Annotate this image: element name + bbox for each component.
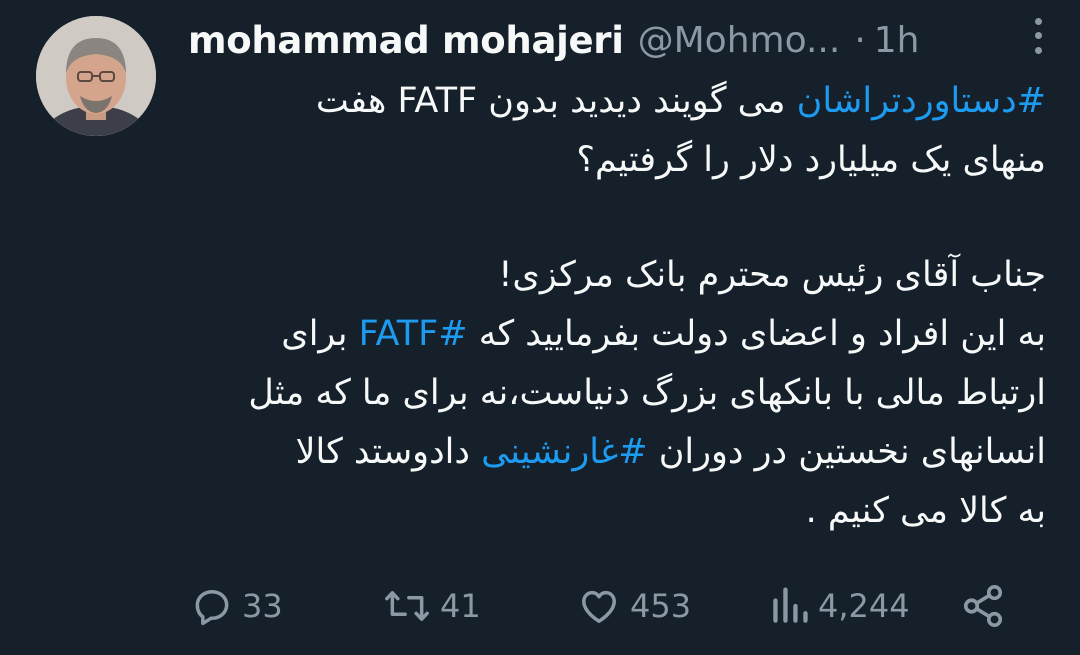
tweet-text-segment: انسانهای نخستین در دوران <box>647 432 1046 472</box>
more-dot <box>1034 47 1042 55</box>
tweet-line: منهای یک میلیارد دلار را گرفتیم؟ <box>576 140 1046 180</box>
tweet-header: mohammad mohajeri @Mohmo... · 1h <box>188 14 1052 66</box>
hashtag-link[interactable]: #دستاوردتراشان <box>797 81 1046 121</box>
more-dot <box>1034 17 1042 25</box>
views-button[interactable]: 4,244 <box>770 584 910 628</box>
author-handle[interactable]: @Mohmo... <box>638 20 841 61</box>
tweet-timestamp[interactable]: 1h <box>874 20 920 61</box>
like-icon <box>582 590 616 623</box>
retweet-count: 41 <box>440 587 481 625</box>
reply-count: 33 <box>242 587 283 625</box>
tweet-line: ارتباط مالی با بانکهای بزرگ دنیاست،نه بر… <box>248 373 1046 413</box>
tweet-line: جناب آقای رئیس محترم بانک مرکزی! <box>498 255 1046 295</box>
tweet-line: به این افراد و اعضای دولت بفرمایید که #F… <box>188 305 1046 364</box>
retweet-icon <box>385 591 429 621</box>
avatar-photo <box>36 16 156 136</box>
tweet-actions: 33 41 453 4,244 <box>190 578 1040 634</box>
share-button[interactable] <box>960 583 1006 629</box>
tweet-line: #دستاوردتراشان می گویند دیدید بدون FATF … <box>188 72 1046 131</box>
author-avatar[interactable] <box>36 16 156 136</box>
share-icon <box>963 585 1003 627</box>
tweet-text-segment: برای <box>281 314 359 354</box>
like-button[interactable]: 453 <box>576 584 691 628</box>
like-count: 453 <box>630 587 692 625</box>
reply-icon <box>195 589 229 626</box>
hashtag-link[interactable]: #غارنشینی <box>481 432 647 472</box>
tweet-text-segment: دادوستد کالا <box>295 432 482 472</box>
retweet-button[interactable]: 41 <box>382 584 481 628</box>
tweet-line: انسانهای نخستین در دوران #غارنشینی دادوس… <box>188 423 1047 482</box>
tweet-text-segment: می گویند دیدید بدون FATF هفت <box>315 81 797 121</box>
tweet-text: #دستاوردتراشان می گویند دیدید بدون FATF … <box>188 72 1046 541</box>
views-count: 4,244 <box>818 587 910 625</box>
more-dot <box>1034 32 1042 40</box>
more-icon[interactable] <box>1026 14 1050 58</box>
reply-button[interactable]: 33 <box>190 584 283 628</box>
header-separator: · <box>854 19 866 61</box>
tweet-text-segment: به این افراد و اعضای دولت بفرمایید که <box>467 314 1046 354</box>
views-icon <box>773 587 808 623</box>
hashtag-link[interactable]: #FATF <box>359 314 468 354</box>
tweet-line: به کالا می کنیم . <box>805 491 1046 531</box>
author-name[interactable]: mohammad mohajeri <box>188 19 624 62</box>
